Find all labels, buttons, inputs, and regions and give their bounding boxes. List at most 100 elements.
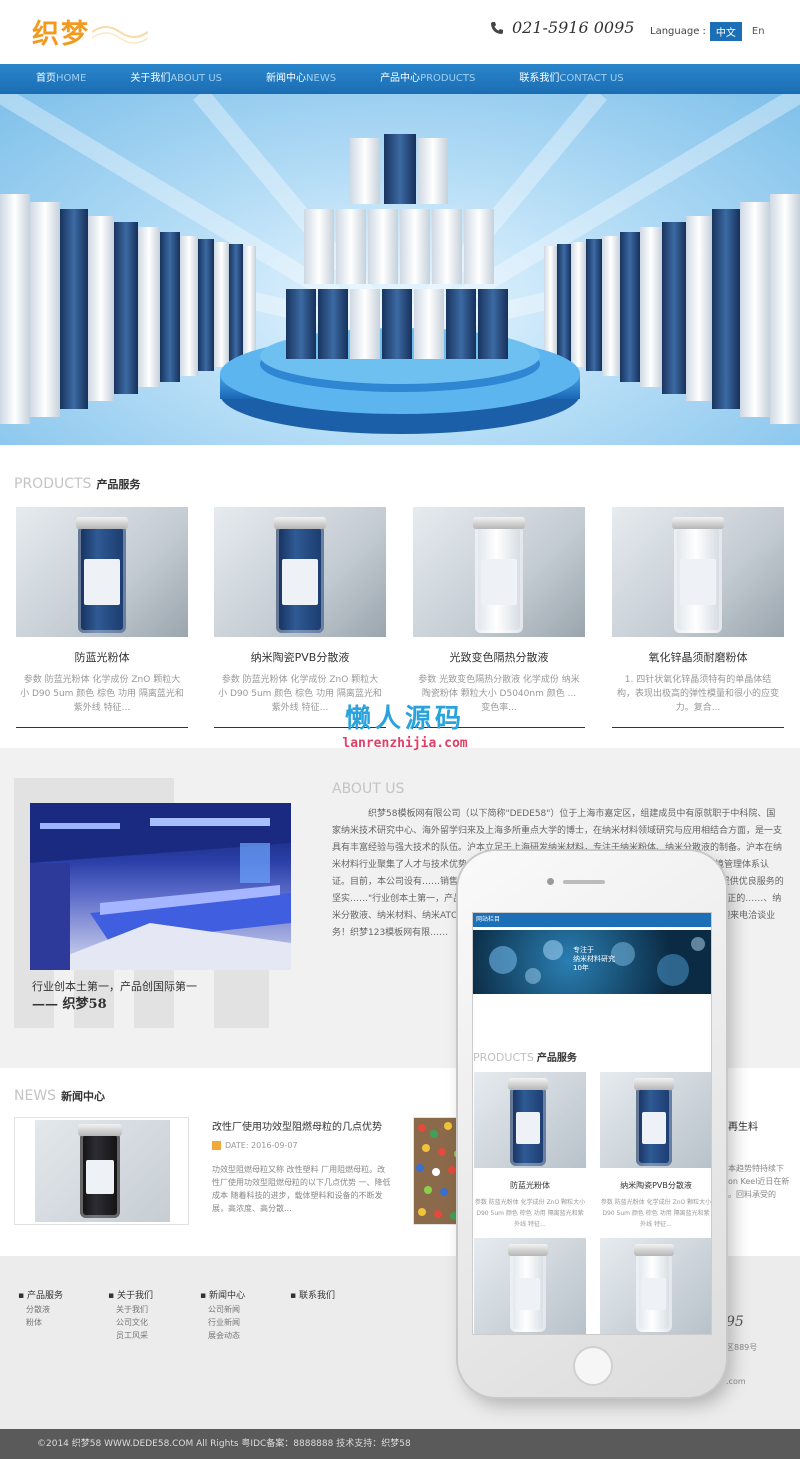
nav-item-products[interactable]: 产品中心PRODUCTS [380, 64, 475, 94]
nav-item-home[interactable]: 首页HOME [36, 64, 86, 94]
footer-col-title[interactable]: ▪ 关于我们 [108, 1290, 153, 1303]
mobile-product-desc: 参数 防蓝光粉体 化学成份 ZnO 颗粒大小 D90 5um 颜色 棕色 功用 … [600, 1199, 712, 1227]
site-logo[interactable]: 织梦 [32, 12, 90, 51]
phone-icon [491, 21, 503, 34]
mobile-menu-label: 网站栏目 [476, 916, 501, 923]
news-desc-peek-1: 本趋势特持续下 [728, 1164, 784, 1173]
product-card[interactable]: 光致变色隔热分散液 参数 光致变色隔热分散液 化学成份 纳米陶瓷粉体 颗粒大小 … [413, 507, 585, 728]
footer-col-news: ▪ 新闻中心 公司新闻 行业新闻 展会动态 [200, 1290, 245, 1342]
nav-item-en: NEWS [306, 73, 337, 84]
news-desc-peek-2: on Keel近日在新 [728, 1177, 790, 1186]
news-desc-peek-3: 。回料承受的 [728, 1190, 776, 1199]
product-card[interactable]: 纳米陶瓷PVB分散液 参数 防蓝光粉体 化学成份 ZnO 颗粒大小 D90 5u… [214, 507, 386, 728]
divider [612, 727, 784, 728]
nav-item-cn: 联系我们 [519, 73, 560, 84]
logo-wave-decoration [92, 26, 148, 44]
site-header: 织梦 021-5916 0095 Language : 中文 En [0, 0, 800, 64]
product-jar-image [508, 1078, 548, 1166]
section-title-en: ABOUT US [332, 781, 405, 797]
divider [16, 727, 188, 728]
nav-item-contact[interactable]: 联系我们CONTACT US [519, 64, 623, 94]
news-title[interactable]: 改性厂使用功效型阻燃母粒的几点优势 [212, 1118, 382, 1133]
phone-mockup-screen: 网站栏目 专注于 纳米材料研究 10年 PRODUCTS 产品服务 防蓝光粉体 … [472, 912, 712, 1335]
footer-col-title[interactable]: ▪ 产品服务 [18, 1290, 63, 1303]
product-image [612, 507, 784, 637]
hero-banner-artwork [0, 94, 800, 434]
about-section-title: ABOUT US [332, 781, 404, 797]
footer-link[interactable]: 公司文化 [108, 1316, 153, 1329]
watermark-title: 懒人源码 [344, 704, 465, 734]
mobile-product-card[interactable]: 防蓝光粉体 参数 防蓝光粉体 化学成份 ZnO 颗粒大小 D90 5um 颜色 … [474, 1072, 586, 1227]
product-image [16, 507, 188, 637]
product-jar-image [473, 517, 525, 633]
mobile-product-image [600, 1072, 711, 1168]
product-name[interactable]: 氧化锌晶须耐磨粉体 [612, 649, 784, 665]
nav-item-en: HOME [56, 73, 87, 84]
product-image [214, 507, 386, 637]
lang-en-button[interactable]: En [746, 24, 771, 39]
section-title-cn: 产品服务 [96, 478, 141, 491]
nav-item-cn: 首页 [36, 73, 56, 84]
section-title-cn: 产品服务 [536, 1053, 577, 1064]
news-jar-image [78, 1124, 122, 1218]
about-caption-line1: 行业创本土第一，产品创国际第一 [32, 980, 197, 993]
nav-item-cn: 新闻中心 [266, 73, 307, 84]
nav-item-about[interactable]: 关于我们ABOUT US [130, 64, 222, 94]
about-caption-line2: —— 织梦58 [32, 997, 107, 1012]
footer-col-about: ▪ 关于我们 关于我们 公司文化 员工风采 [108, 1290, 153, 1342]
footer-link[interactable]: 行业新闻 [200, 1316, 245, 1329]
product-name[interactable]: 防蓝光粉体 [16, 649, 188, 665]
product-jar-image [274, 517, 326, 633]
footer-link[interactable]: 展会动态 [200, 1329, 245, 1342]
mobile-banner-line3: 10年 [573, 964, 589, 972]
footer-link[interactable]: 公司新闻 [200, 1303, 245, 1316]
product-image [413, 507, 585, 637]
mobile-banner[interactable]: 专注于 纳米材料研究 10年 [473, 930, 711, 994]
copyright-bar: ©2014 织梦58 WWW.DEDE58.COM All Rights 粤ID… [0, 1429, 800, 1459]
news-section-title: NEWS 新闻中心 [14, 1088, 105, 1104]
product-desc: 参数 防蓝光粉体 化学成份 ZnO 颗粒大小 D90 5um 颜色 棕色 功用 … [20, 675, 184, 713]
product-name[interactable]: 光致变色隔热分散液 [413, 649, 585, 665]
language-switcher: Language : 中文 En [650, 22, 771, 41]
mobile-product-image [474, 1238, 586, 1334]
footer-col-title[interactable]: ▪ 新闻中心 [200, 1290, 245, 1303]
footer-link[interactable]: 员工风采 [108, 1329, 153, 1342]
product-name[interactable]: 纳米陶瓷PVB分散液 [214, 649, 386, 665]
mobile-product-card[interactable] [600, 1238, 711, 1334]
section-title-en: NEWS [14, 1088, 57, 1104]
nav-item-en: CONTACT US [559, 73, 624, 84]
language-label: Language : [650, 26, 706, 37]
footer-link[interactable]: 分散液 [18, 1303, 63, 1316]
products-section-title: PRODUCTS 产品服务 [14, 476, 140, 492]
mobile-product-name[interactable]: 纳米陶瓷PVB分散液 [600, 1180, 711, 1191]
nav-item-news[interactable]: 新闻中心NEWS [266, 64, 336, 94]
product-desc: 1. 四针状氧化锌晶须特有的单晶体结构，表现出极高的弹性模量和很小的应变力。复合… [616, 675, 779, 713]
mobile-product-image [600, 1238, 711, 1334]
hero-banner[interactable] [0, 94, 800, 445]
footer-link[interactable]: 粉体 [18, 1316, 63, 1329]
news-image[interactable] [14, 1117, 189, 1225]
nav-item-cn: 关于我们 [130, 73, 171, 84]
header-phone: 021-5916 0095 [490, 18, 634, 37]
about-office-image [30, 803, 291, 970]
product-card[interactable]: 防蓝光粉体 参数 防蓝光粉体 化学成份 ZnO 颗粒大小 D90 5um 颜色 … [16, 507, 188, 728]
phone-home-button [573, 1346, 613, 1386]
mobile-product-card[interactable]: 纳米陶瓷PVB分散液 参数 防蓝光粉体 化学成份 ZnO 颗粒大小 D90 5u… [600, 1072, 712, 1227]
phone-camera [547, 878, 554, 885]
mobile-menu-bar[interactable]: 网站栏目 [473, 913, 711, 927]
lang-cn-button[interactable]: 中文 [709, 22, 742, 41]
footer-col-title-text: 产品服务 [26, 1291, 63, 1301]
news-desc: 功效型阻燃母粒又称 改性塑料 厂用阻燃母粒。改性厂使用功效型阻燃母粒的以下几点优… [212, 1165, 391, 1213]
news-title-peek[interactable]: 再生料 [728, 1118, 758, 1133]
footer-link[interactable]: 关于我们 [108, 1303, 153, 1316]
footer-col-title[interactable]: ▪ 联系我们 [290, 1290, 335, 1303]
product-card[interactable]: 氧化锌晶须耐磨粉体 1. 四针状氧化锌晶须特有的单晶体结构，表现出极高的弹性模量… [612, 507, 784, 728]
footer-col-title-text: 联系我们 [298, 1291, 335, 1301]
product-jar-image [76, 517, 128, 633]
phone-speaker [563, 880, 605, 884]
footer-email-peek: .com [726, 1377, 746, 1386]
nav-item-en: ABOUT US [170, 73, 223, 84]
mobile-product-card[interactable] [474, 1238, 586, 1334]
mobile-product-name[interactable]: 防蓝光粉体 [474, 1180, 586, 1191]
main-nav: 首页HOME 关于我们ABOUT US 新闻中心NEWS 产品中心PRODUCT… [0, 64, 800, 94]
